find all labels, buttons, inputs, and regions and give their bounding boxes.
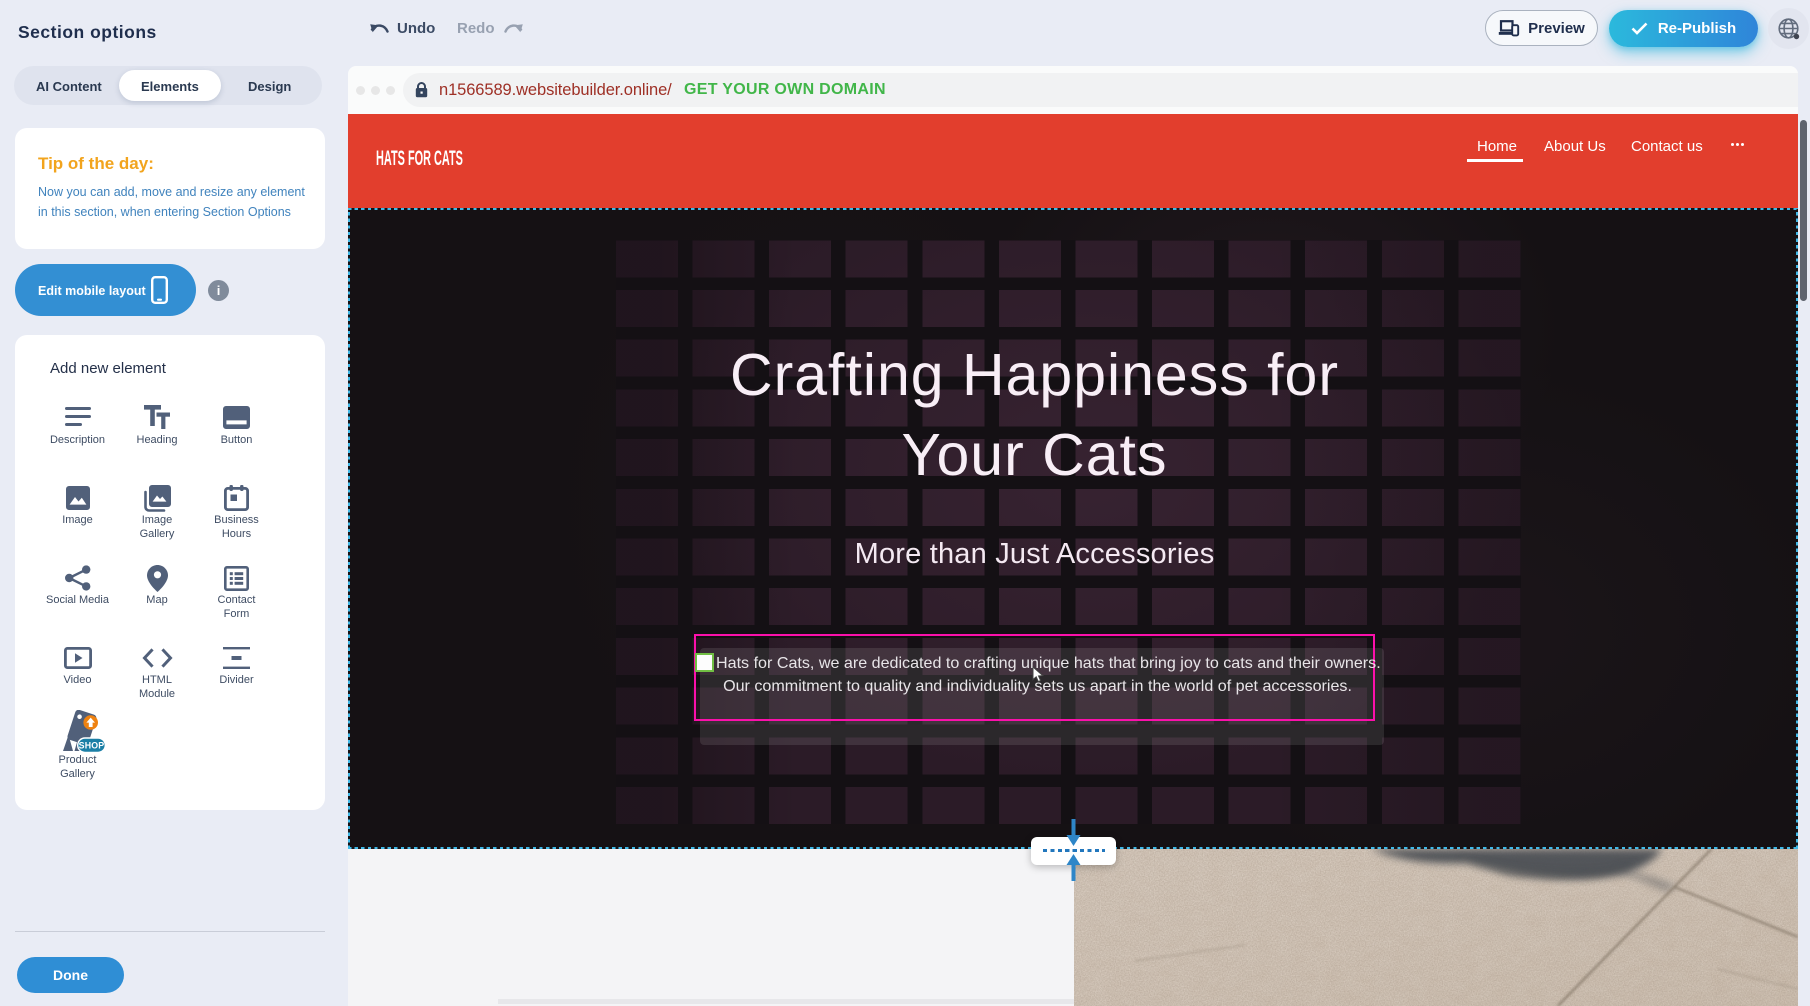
svg-text:SHOP: SHOP	[79, 741, 105, 751]
